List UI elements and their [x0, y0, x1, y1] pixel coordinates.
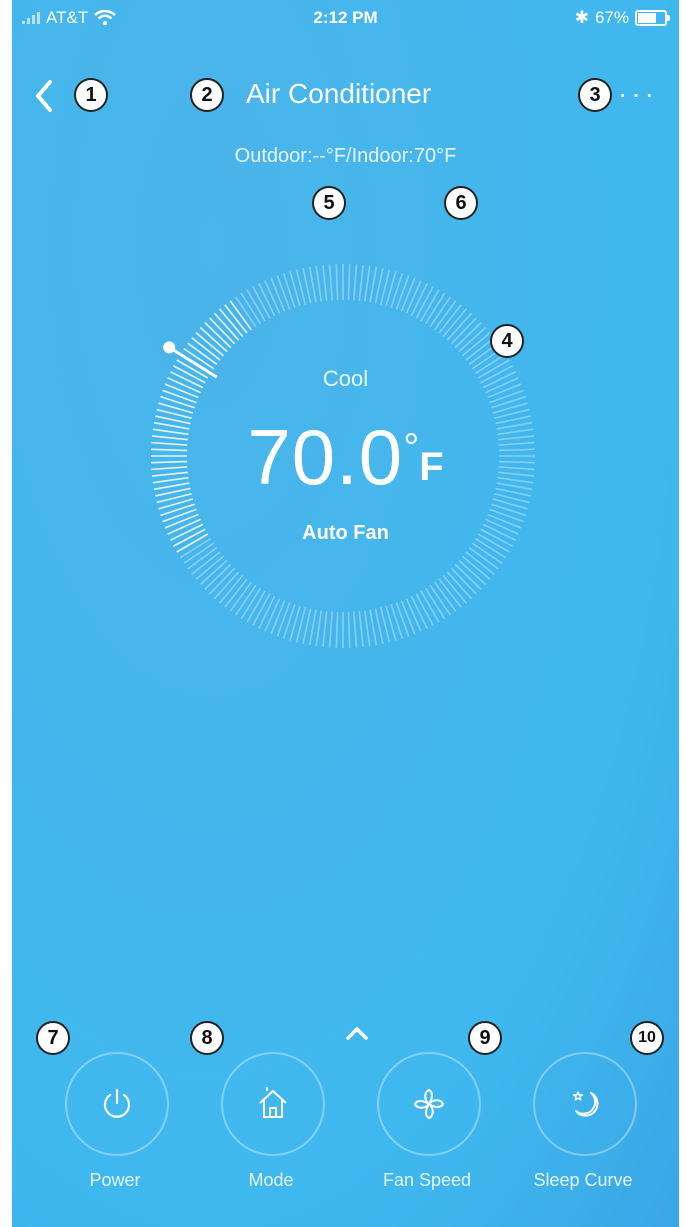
- dial-tick: [328, 264, 333, 301]
- dial-tick: [335, 611, 339, 648]
- dial-tick: [400, 600, 416, 635]
- callout-1: 1: [74, 78, 108, 112]
- dial-tick: [390, 604, 404, 639]
- dial-tick: [328, 611, 333, 648]
- dial-tick: [162, 389, 197, 404]
- power-button[interactable]: [65, 1052, 169, 1156]
- sleep-curve-button[interactable]: [533, 1052, 637, 1156]
- degree-symbol: °: [403, 426, 420, 470]
- mode-label-button: Mode: [248, 1170, 294, 1190]
- dial-tick: [395, 275, 410, 310]
- status-bar: AT&T 2:12 PM ✱ 67%: [12, 0, 679, 34]
- dial-tick: [405, 280, 422, 314]
- dial-tick: [264, 280, 281, 314]
- power-label: Power: [89, 1170, 141, 1190]
- dial-tick: [347, 611, 351, 648]
- dial-tick: [162, 508, 197, 523]
- battery-percent: 67%: [594, 8, 629, 27]
- callout-8: 8: [190, 1021, 224, 1055]
- dial-tick: [390, 273, 404, 308]
- more-options-button[interactable]: ···: [618, 78, 658, 110]
- mode-label: Cool: [322, 366, 369, 391]
- home-icon: [259, 1087, 287, 1118]
- callout-10: 10: [630, 1021, 664, 1055]
- back-chevron-icon[interactable]: [30, 78, 58, 114]
- dial-tick: [322, 611, 328, 648]
- dial-tick: [358, 611, 364, 648]
- page-title: Air Conditioner: [246, 78, 432, 109]
- dial-tick: [160, 503, 195, 517]
- setpoint-value: 70.0: [247, 413, 404, 501]
- dial-tick: [276, 275, 291, 310]
- setpoint-display: 70.0°F: [12, 412, 679, 503]
- dial-tick: [160, 395, 195, 409]
- callout-3: 3: [578, 78, 612, 112]
- dial-tick: [491, 503, 526, 517]
- dial-tick: [369, 266, 378, 303]
- app-screen: AT&T 2:12 PM ✱ 67% Air Conditioner ··· 1…: [12, 0, 679, 1227]
- dial-tick: [491, 395, 526, 409]
- callout-5: 5: [312, 186, 346, 220]
- callout-9: 9: [468, 1021, 502, 1055]
- fan-speed-label: Fan Speed: [382, 1170, 472, 1190]
- sleep-curve-label: Sleep Curve: [533, 1170, 633, 1190]
- fan-speed-button[interactable]: [377, 1052, 481, 1156]
- callout-2: 2: [190, 78, 224, 112]
- dial-tick: [405, 598, 422, 632]
- dial-tick: [489, 508, 524, 523]
- dial-tick: [315, 265, 323, 302]
- dial-tick: [369, 609, 378, 646]
- dial-tick: [400, 277, 416, 312]
- dial-needle-knob[interactable]: [163, 341, 176, 354]
- dial-tick: [282, 273, 296, 308]
- callout-4: 4: [490, 324, 524, 358]
- dial-tick: [353, 264, 358, 301]
- dial-tick: [395, 602, 410, 637]
- dial-tick: [270, 600, 286, 635]
- dial-tick: [308, 266, 317, 303]
- fan-icon: [413, 1088, 445, 1120]
- dial-tick: [358, 264, 364, 301]
- status-right: ✱ 67%: [574, 8, 670, 28]
- temp-unit: F: [419, 445, 444, 489]
- dial-tick: [276, 602, 291, 637]
- dial-tick: [308, 609, 317, 646]
- dial-tick: [489, 389, 524, 404]
- dial-tick: [363, 610, 371, 647]
- dial-tick: [270, 277, 286, 312]
- callout-7: 7: [36, 1021, 70, 1055]
- mode-button[interactable]: [221, 1052, 325, 1156]
- fan-mode-label: Auto Fan: [302, 522, 389, 544]
- dial-tick: [353, 611, 358, 648]
- dial-tick: [282, 604, 296, 639]
- dial-tick: [347, 264, 351, 301]
- dial-tick: [315, 610, 323, 647]
- bluetooth-icon: ✱: [574, 8, 589, 27]
- dial-tick: [322, 264, 328, 301]
- power-icon: [103, 1088, 131, 1118]
- outdoor-indoor-temps: Outdoor:--°F/Indoor:70°F: [234, 145, 457, 167]
- expand-up-chevron-icon[interactable]: [342, 1022, 372, 1044]
- callout-6: 6: [444, 186, 478, 220]
- dial-tick: [363, 265, 371, 302]
- control-bar: Power Mode Fan Speed Sleep Curve: [12, 1052, 679, 1192]
- moon-star-icon: [572, 1091, 599, 1117]
- dial-tick: [264, 598, 281, 632]
- battery-icon: [635, 10, 670, 26]
- dial-tick: [335, 264, 339, 301]
